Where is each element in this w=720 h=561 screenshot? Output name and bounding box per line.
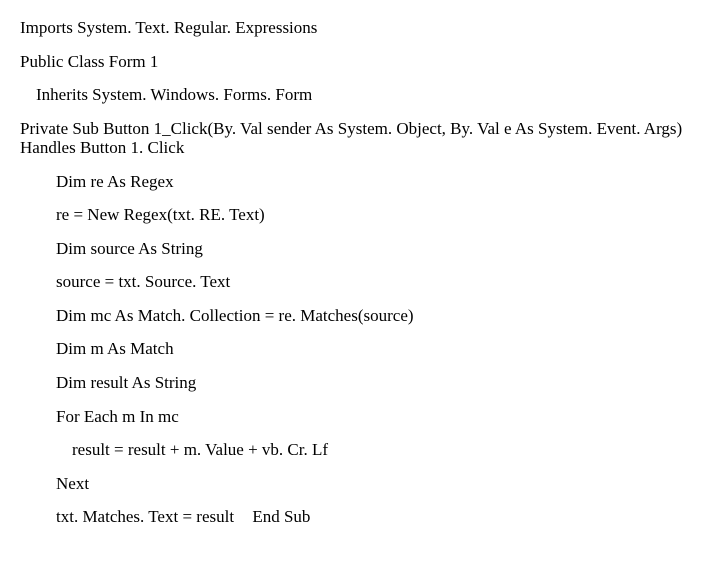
- code-text: txt. Matches. Text = result: [56, 507, 234, 526]
- code-listing: Imports System. Text. Regular. Expressio…: [0, 0, 720, 561]
- code-line: Dim m As Match: [20, 339, 700, 359]
- code-line: Imports System. Text. Regular. Expressio…: [20, 18, 700, 38]
- code-line: Dim mc As Match. Collection = re. Matche…: [20, 306, 700, 326]
- code-line: Private Sub Button 1_Click(By. Val sende…: [20, 119, 700, 158]
- code-line: For Each m In mc: [20, 407, 700, 427]
- code-line: Dim result As String: [20, 373, 700, 393]
- code-line: Next: [20, 474, 700, 494]
- code-line: Dim re As Regex: [20, 172, 700, 192]
- code-line: re = New Regex(txt. RE. Text): [20, 205, 700, 225]
- code-line: txt. Matches. Text = result End Sub: [20, 507, 700, 527]
- code-line: Inherits System. Windows. Forms. Form: [20, 85, 700, 105]
- code-line: Dim source As String: [20, 239, 700, 259]
- code-line: result = result + m. Value + vb. Cr. Lf: [20, 440, 700, 460]
- code-line: source = txt. Source. Text: [20, 272, 700, 292]
- code-text: End Sub: [252, 507, 310, 527]
- code-line: Public Class Form 1: [20, 52, 700, 72]
